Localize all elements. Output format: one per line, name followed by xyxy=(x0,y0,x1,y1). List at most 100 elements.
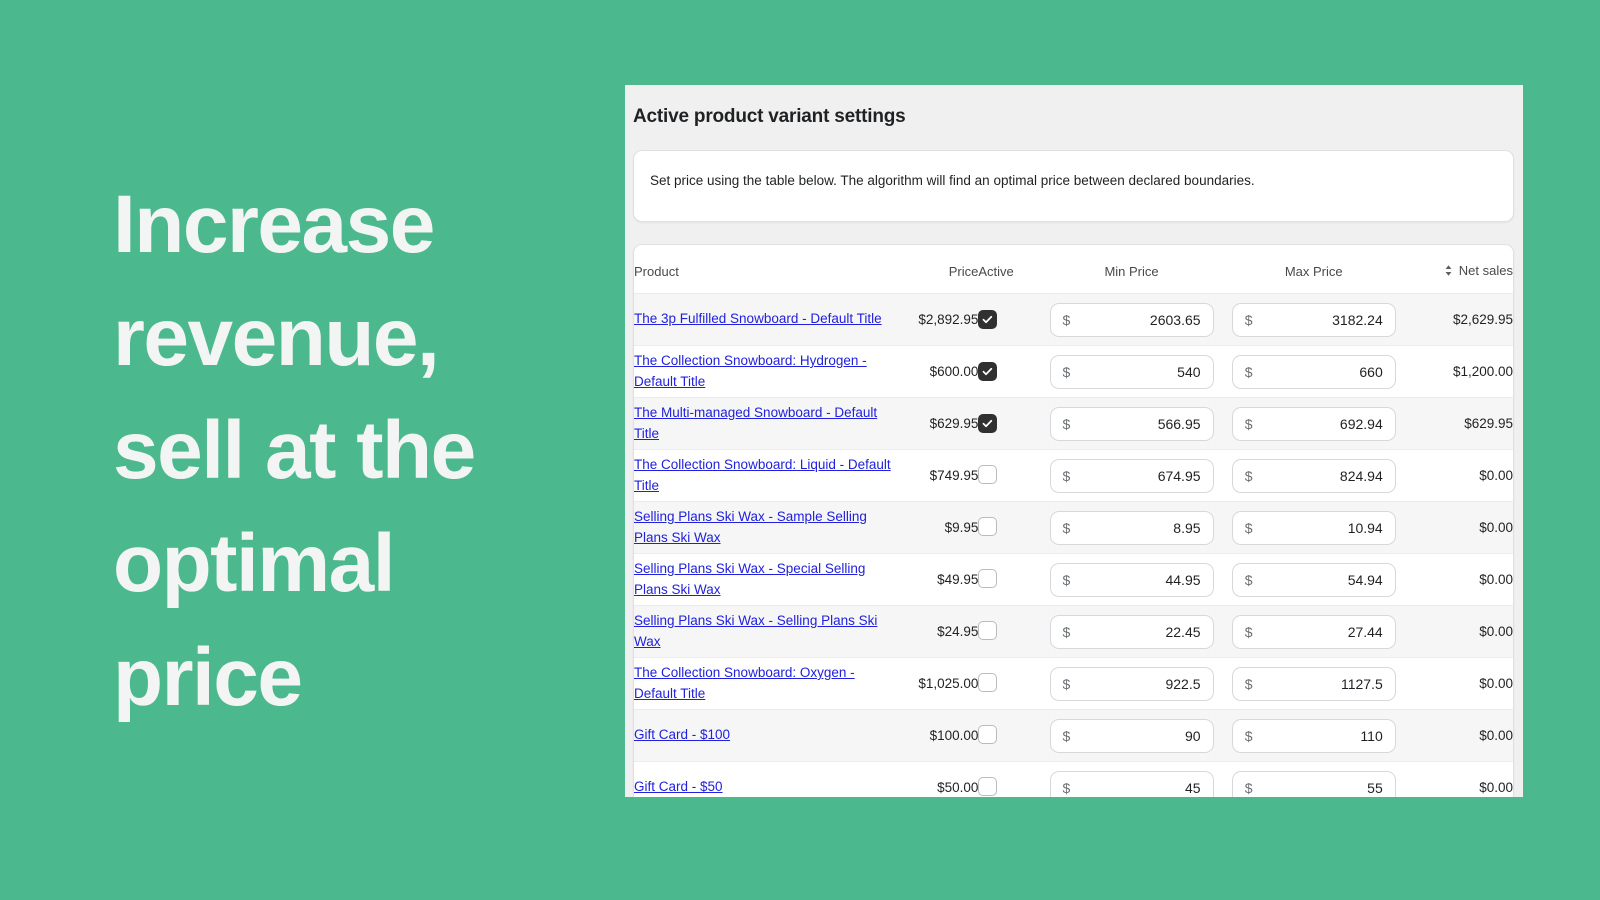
active-cell xyxy=(978,657,1041,710)
product-cell: The Collection Snowboard: Oxygen - Defau… xyxy=(634,657,893,710)
net-sales-cell: $0.00 xyxy=(1404,501,1513,554)
max-price-input[interactable]: $824.94 xyxy=(1231,458,1396,493)
max-price-input[interactable]: $692.94 xyxy=(1231,406,1396,441)
max-price-input[interactable]: $110 xyxy=(1231,718,1396,753)
price-cell: $100.00 xyxy=(892,709,979,762)
max-price-input[interactable]: $54.94 xyxy=(1231,562,1396,597)
max-price-input[interactable]: $27.44 xyxy=(1231,614,1396,649)
min-price-cell: $566.95 xyxy=(1040,397,1223,450)
max-price-cell: $27.44 xyxy=(1222,605,1405,658)
column-header-net-sales[interactable]: Net sales xyxy=(1404,245,1513,294)
net-sales-cell: $0.00 xyxy=(1404,605,1513,658)
max-price-input[interactable]: $3182.24 xyxy=(1231,302,1396,337)
min-price-input[interactable]: $540 xyxy=(1049,354,1214,389)
product-cell: The 3p Fulfilled Snowboard - Default Tit… xyxy=(634,293,893,346)
product-link[interactable]: Gift Card - $50 xyxy=(634,779,723,794)
price-cell: $24.95 xyxy=(892,605,979,658)
product-link[interactable]: The 3p Fulfilled Snowboard - Default Tit… xyxy=(634,311,882,326)
currency-prefix-icon: $ xyxy=(1062,675,1071,692)
currency-prefix-icon: $ xyxy=(1062,727,1071,744)
price-cell: $629.95 xyxy=(892,397,979,450)
active-checkbox[interactable] xyxy=(978,362,998,381)
product-cell: Gift Card - $50 xyxy=(634,761,893,797)
active-cell xyxy=(978,553,1041,606)
hero-section: Increase revenue, sell at the optimal pr… xyxy=(113,168,583,734)
product-link[interactable]: The Multi-managed Snowboard - Default Ti… xyxy=(634,405,877,441)
min-price-input[interactable]: $922.5 xyxy=(1049,666,1214,701)
product-link[interactable]: Gift Card - $100 xyxy=(634,727,730,742)
active-cell xyxy=(978,709,1041,762)
active-checkbox[interactable] xyxy=(978,776,998,796)
column-header-product: Product xyxy=(634,245,893,294)
currency-prefix-icon: $ xyxy=(1244,727,1253,744)
min-price-input[interactable]: $22.45 xyxy=(1049,614,1214,649)
max-price-input[interactable]: $55 xyxy=(1231,770,1396,797)
min-price-input[interactable]: $8.95 xyxy=(1049,510,1214,545)
min-price-value: 922.5 xyxy=(1165,675,1201,692)
table-row: Gift Card - $100 $100.00 $90 $110 $0.00 xyxy=(634,709,1513,762)
table-row: Selling Plans Ski Wax - Special Selling … xyxy=(634,553,1513,606)
net-sales-cell: $2,629.95 xyxy=(1404,293,1513,346)
currency-prefix-icon: $ xyxy=(1062,467,1071,484)
active-checkbox[interactable] xyxy=(978,464,998,484)
min-price-cell: $8.95 xyxy=(1040,501,1223,554)
price-cell: $50.00 xyxy=(892,761,979,797)
column-header-price: Price xyxy=(892,245,979,294)
active-checkbox[interactable] xyxy=(978,620,998,640)
price-cell: $49.95 xyxy=(892,553,979,606)
table-row: The 3p Fulfilled Snowboard - Default Tit… xyxy=(634,293,1513,346)
min-price-cell: $90 xyxy=(1040,709,1223,762)
active-checkbox[interactable] xyxy=(978,516,998,536)
product-cell: The Multi-managed Snowboard - Default Ti… xyxy=(634,397,893,450)
product-cell: Gift Card - $100 xyxy=(634,709,893,762)
net-sales-cell: $0.00 xyxy=(1404,657,1513,710)
price-cell: $9.95 xyxy=(892,501,979,554)
product-link[interactable]: The Collection Snowboard: Oxygen - Defau… xyxy=(634,665,855,701)
active-checkbox[interactable] xyxy=(978,724,998,744)
product-link[interactable]: Selling Plans Ski Wax - Selling Plans Sk… xyxy=(634,613,877,649)
active-checkbox[interactable] xyxy=(978,310,998,329)
active-checkbox[interactable] xyxy=(978,672,998,692)
active-cell xyxy=(978,449,1041,502)
column-header-min-price: Min Price xyxy=(1040,245,1223,294)
min-price-input[interactable]: $674.95 xyxy=(1049,458,1214,493)
currency-prefix-icon: $ xyxy=(1062,311,1071,328)
max-price-value: 692.94 xyxy=(1339,415,1383,432)
min-price-input[interactable]: $566.95 xyxy=(1049,406,1214,441)
min-price-cell: $22.45 xyxy=(1040,605,1223,658)
max-price-input[interactable]: $10.94 xyxy=(1231,510,1396,545)
currency-prefix-icon: $ xyxy=(1062,623,1071,640)
max-price-cell: $10.94 xyxy=(1222,501,1405,554)
active-checkbox[interactable] xyxy=(978,414,998,433)
max-price-input[interactable]: $1127.5 xyxy=(1231,666,1396,701)
min-price-input[interactable]: $44.95 xyxy=(1049,562,1214,597)
min-price-input[interactable]: $45 xyxy=(1049,770,1214,797)
product-link[interactable]: Selling Plans Ski Wax - Sample Selling P… xyxy=(634,509,867,545)
active-cell xyxy=(978,501,1041,554)
product-link[interactable]: The Collection Snowboard: Liquid - Defau… xyxy=(634,457,891,493)
max-price-value: 10.94 xyxy=(1347,519,1383,536)
max-price-value: 55 xyxy=(1367,779,1383,796)
currency-prefix-icon: $ xyxy=(1244,311,1253,328)
currency-prefix-icon: $ xyxy=(1244,571,1253,588)
product-cell: The Collection Snowboard: Hydrogen - Def… xyxy=(634,345,893,398)
currency-prefix-icon: $ xyxy=(1062,415,1071,432)
sort-updown-icon xyxy=(1443,264,1454,277)
active-cell xyxy=(978,345,1041,398)
page-title: Active product variant settings xyxy=(633,106,906,127)
product-cell: Selling Plans Ski Wax - Special Selling … xyxy=(634,553,893,606)
currency-prefix-icon: $ xyxy=(1062,363,1071,380)
currency-prefix-icon: $ xyxy=(1244,623,1253,640)
min-price-value: 90 xyxy=(1184,727,1201,744)
max-price-input[interactable]: $660 xyxy=(1231,354,1396,389)
product-link[interactable]: Selling Plans Ski Wax - Special Selling … xyxy=(634,561,865,597)
column-header-net-sales-label: Net sales xyxy=(1458,263,1513,278)
product-link[interactable]: The Collection Snowboard: Hydrogen - Def… xyxy=(634,353,867,389)
min-price-value: 44.95 xyxy=(1165,571,1201,588)
variants-table: Product Price Active Min Price Max Price xyxy=(634,245,1513,797)
min-price-input[interactable]: $2603.65 xyxy=(1049,302,1214,337)
active-cell xyxy=(978,397,1041,450)
max-price-value: 1127.5 xyxy=(1340,675,1383,692)
active-checkbox[interactable] xyxy=(978,568,998,588)
min-price-input[interactable]: $90 xyxy=(1049,718,1214,753)
